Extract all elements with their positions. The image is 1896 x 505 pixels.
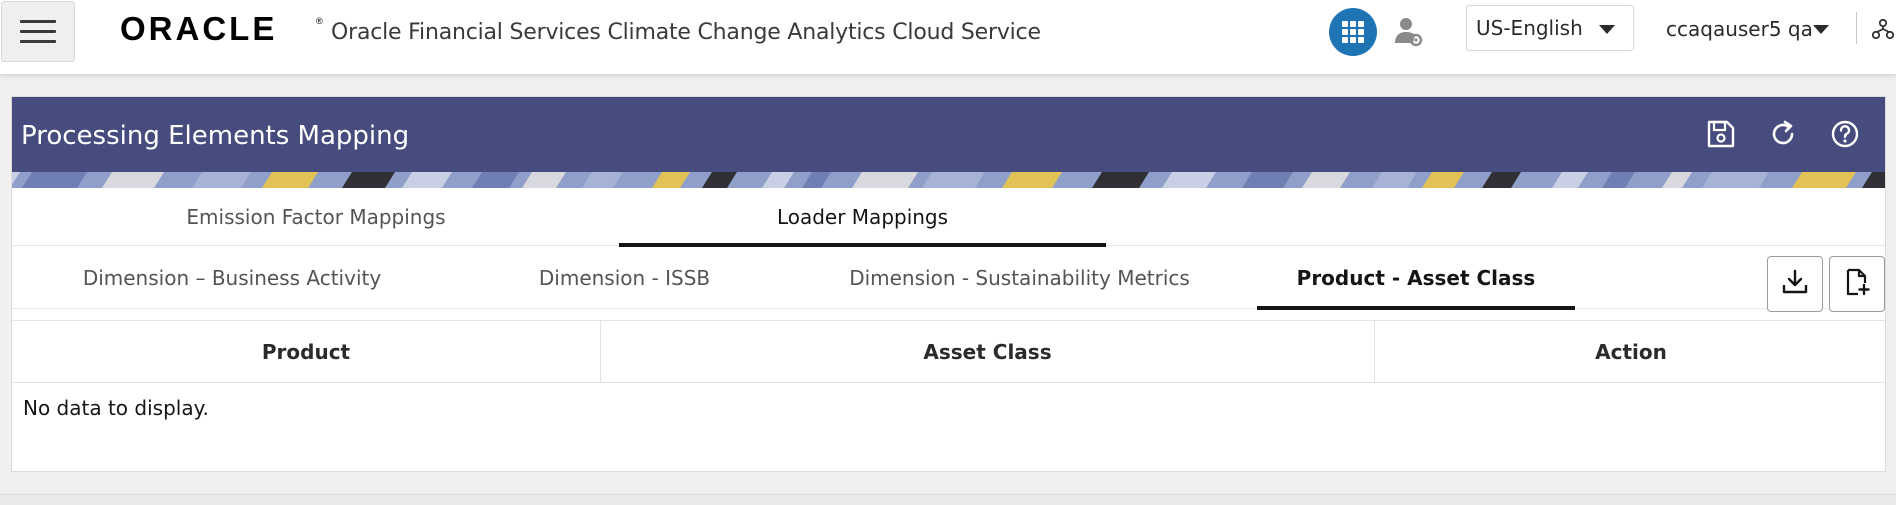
product-asset-class-table: Product Asset Class Action No data to di… bbox=[12, 320, 1885, 420]
chevron-down-icon bbox=[1813, 25, 1829, 34]
add-file-icon bbox=[1843, 268, 1871, 300]
top-header-bar: ORACLE ® Oracle Financial Services Clima… bbox=[0, 0, 1896, 74]
chevron-down-icon bbox=[1599, 25, 1615, 34]
hamburger-menu-icon[interactable] bbox=[1, 1, 75, 62]
divider bbox=[1856, 12, 1857, 44]
download-icon bbox=[1781, 268, 1809, 300]
column-header-asset-class[interactable]: Asset Class bbox=[600, 321, 1374, 383]
table-header-row: Product Asset Class Action bbox=[12, 320, 1885, 383]
language-select[interactable]: US-English bbox=[1466, 5, 1634, 51]
tab-emission-factor-mappings[interactable]: Emission Factor Mappings bbox=[12, 188, 620, 246]
add-file-button[interactable] bbox=[1829, 256, 1885, 312]
column-header-action[interactable]: Action bbox=[1374, 321, 1887, 383]
secondary-tab-bar: Dimension – Business Activity Dimension … bbox=[12, 247, 1885, 310]
tab-dimension-business-activity[interactable]: Dimension – Business Activity bbox=[12, 247, 452, 309]
footer-strip bbox=[0, 494, 1896, 505]
tab-dimension-issb[interactable]: Dimension - ISSB bbox=[452, 247, 797, 309]
decorative-banner bbox=[12, 172, 1885, 188]
app-title: Oracle Financial Services Climate Change… bbox=[331, 20, 1041, 45]
processing-elements-panel: Processing Elements Mapping Emission Fac… bbox=[11, 96, 1886, 472]
page-title: Processing Elements Mapping bbox=[21, 121, 410, 151]
download-button[interactable] bbox=[1767, 256, 1823, 312]
svg-text:®: ® bbox=[316, 16, 323, 26]
user-menu[interactable]: ccaqauser5 qa bbox=[1666, 12, 1832, 46]
hierarchy-icon[interactable] bbox=[1871, 18, 1895, 40]
refresh-icon[interactable] bbox=[1767, 118, 1799, 150]
oracle-logo: ORACLE ® bbox=[120, 10, 326, 46]
tab-product-asset-class[interactable]: Product - Asset Class bbox=[1257, 247, 1575, 310]
tab-loader-mappings[interactable]: Loader Mappings bbox=[619, 188, 1106, 247]
svg-text:ORACLE: ORACLE bbox=[120, 10, 277, 46]
language-value: US-English bbox=[1476, 16, 1583, 40]
panel-header: Processing Elements Mapping bbox=[12, 97, 1885, 172]
user-gear-icon[interactable] bbox=[1394, 16, 1424, 48]
primary-tab-bar: Emission Factor Mappings Loader Mappings bbox=[12, 188, 1885, 247]
user-name: ccaqauser5 qa bbox=[1666, 17, 1813, 41]
column-header-product[interactable]: Product bbox=[12, 321, 600, 383]
save-icon[interactable] bbox=[1705, 118, 1737, 150]
empty-table-message: No data to display. bbox=[23, 396, 209, 420]
help-icon[interactable] bbox=[1829, 118, 1861, 150]
tab-dimension-sustainability-metrics[interactable]: Dimension - Sustainability Metrics bbox=[797, 247, 1242, 309]
grid-apps-icon[interactable] bbox=[1329, 8, 1377, 56]
